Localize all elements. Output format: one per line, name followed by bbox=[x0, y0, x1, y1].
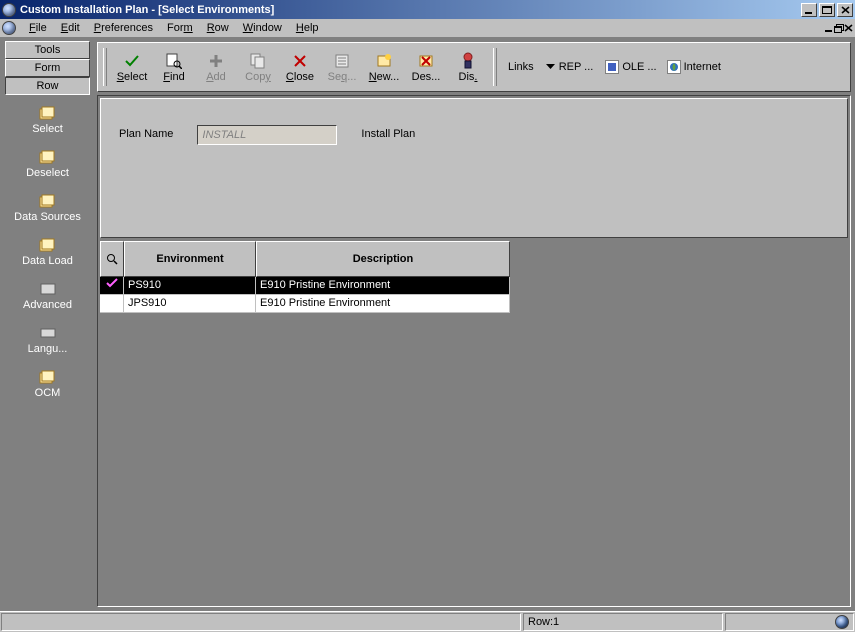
content-area: Select Find Add Copy Close bbox=[95, 38, 855, 611]
minimize-button[interactable] bbox=[801, 3, 817, 17]
sidebar-item-advanced[interactable]: Advanced bbox=[7, 281, 88, 311]
menu-bar: File Edit Preferences Form Row Window He… bbox=[0, 19, 855, 38]
sidebar-item-langu[interactable]: Langu... bbox=[7, 325, 88, 355]
mdi-restore-button[interactable] bbox=[834, 24, 844, 33]
seq-icon bbox=[333, 52, 351, 70]
grid-row-marker[interactable] bbox=[100, 277, 124, 295]
toolbar-new-button[interactable]: New... bbox=[364, 47, 404, 87]
grid: Environment PS910 JPS910 Description E91… bbox=[100, 241, 848, 604]
sidebar-tab-tools[interactable]: Tools bbox=[5, 41, 90, 59]
search-icon bbox=[106, 253, 118, 265]
sidebar-item-data-sources[interactable]: Data Sources bbox=[7, 193, 88, 223]
close-button[interactable] bbox=[837, 3, 853, 17]
plan-name-label: Plan Name bbox=[119, 125, 173, 140]
sidebar-item-data-load[interactable]: Data Load bbox=[7, 237, 88, 267]
toolbar-dis-button[interactable]: Dis. bbox=[448, 47, 488, 87]
form-area: Plan Name Install Plan bbox=[100, 98, 848, 238]
document-icon[interactable] bbox=[2, 21, 16, 35]
sidebar-item-select[interactable]: Select bbox=[7, 105, 88, 135]
panel: Plan Name Install Plan Environment PS910… bbox=[97, 95, 851, 607]
grid-cell-description[interactable]: E910 Pristine Environment bbox=[256, 277, 510, 295]
app-icon bbox=[2, 3, 16, 17]
copy-icon bbox=[249, 52, 267, 70]
mdi-minimize-button[interactable] bbox=[824, 24, 834, 33]
toolbar-grip-2[interactable] bbox=[493, 48, 497, 86]
grid-cell-environment[interactable]: PS910 bbox=[124, 277, 256, 295]
internet-icon bbox=[667, 60, 681, 74]
toolbar-copy-button[interactable]: Copy bbox=[238, 47, 278, 87]
grid-cell-description[interactable]: E910 Pristine Environment bbox=[256, 295, 510, 313]
sidebar-item-ocm[interactable]: OCM bbox=[7, 369, 88, 399]
language-icon bbox=[38, 325, 58, 341]
toolbar: Select Find Add Copy Close bbox=[97, 42, 851, 92]
maximize-button[interactable] bbox=[819, 3, 835, 17]
client-area: Tools Form Row Select Deselect Data Sour… bbox=[0, 38, 855, 611]
des-icon bbox=[417, 52, 435, 70]
menu-edit[interactable]: Edit bbox=[54, 21, 87, 35]
check-icon bbox=[106, 278, 118, 288]
status-pane-3 bbox=[725, 613, 854, 631]
menu-form[interactable]: Form bbox=[160, 21, 200, 35]
menu-window[interactable]: Window bbox=[236, 21, 289, 35]
data-load-icon bbox=[38, 237, 58, 253]
globe-icon bbox=[835, 615, 849, 629]
grid-header-environment[interactable]: Environment bbox=[124, 241, 256, 277]
sidebar: Tools Form Row Select Deselect Data Sour… bbox=[0, 38, 95, 611]
plan-name-input[interactable] bbox=[197, 125, 337, 145]
mdi-close-button[interactable] bbox=[844, 24, 853, 33]
toolbar-add-button[interactable]: Add bbox=[196, 47, 236, 87]
toolbar-grip[interactable] bbox=[103, 48, 107, 86]
toolbar-select-button[interactable]: Select bbox=[112, 47, 152, 87]
status-row: Row:1 bbox=[523, 613, 723, 631]
advanced-icon bbox=[38, 281, 58, 297]
ole-icon bbox=[605, 60, 619, 74]
dis-icon bbox=[459, 52, 477, 70]
ole-link[interactable]: OLE ... bbox=[601, 58, 660, 76]
add-icon bbox=[207, 52, 225, 70]
menu-row[interactable]: Row bbox=[200, 21, 236, 35]
sidebar-item-deselect[interactable]: Deselect bbox=[7, 149, 88, 179]
toolbar-close-button[interactable]: Close bbox=[280, 47, 320, 87]
sidebar-tools: Select Deselect Data Sources Data Load A… bbox=[5, 97, 90, 606]
toolbar-find-button[interactable]: Find bbox=[154, 47, 194, 87]
install-plan-label: Install Plan bbox=[361, 125, 415, 140]
grid-cell-environment[interactable]: JPS910 bbox=[124, 295, 256, 313]
title-bar: Custom Installation Plan - [Select Envir… bbox=[0, 0, 855, 19]
chevron-down-icon bbox=[546, 61, 555, 73]
toolbar-des-button[interactable]: Des... bbox=[406, 47, 446, 87]
menu-file[interactable]: File bbox=[22, 21, 54, 35]
internet-link[interactable]: Internet bbox=[663, 58, 725, 76]
links-label: Links bbox=[508, 61, 534, 73]
deselect-tool-icon bbox=[38, 149, 58, 165]
select-tool-icon bbox=[38, 105, 58, 121]
close-icon bbox=[291, 52, 309, 70]
status-bar: Row:1 bbox=[0, 611, 855, 632]
check-icon bbox=[123, 52, 141, 70]
data-sources-icon bbox=[38, 193, 58, 209]
ocm-icon bbox=[38, 369, 58, 385]
sidebar-tab-form[interactable]: Form bbox=[5, 59, 90, 77]
menu-preferences[interactable]: Preferences bbox=[87, 21, 160, 35]
menu-help[interactable]: Help bbox=[289, 21, 326, 35]
grid-header-description[interactable]: Description bbox=[256, 241, 510, 277]
toolbar-seq-button[interactable]: Seq... bbox=[322, 47, 362, 87]
grid-row-marker[interactable] bbox=[100, 295, 124, 313]
sidebar-tab-row[interactable]: Row bbox=[5, 77, 90, 95]
links-dropdown[interactable]: REP ... bbox=[540, 59, 600, 75]
status-pane-1 bbox=[1, 613, 521, 631]
window-title: Custom Installation Plan - [Select Envir… bbox=[20, 4, 799, 16]
new-icon bbox=[375, 52, 393, 70]
grid-marker-header[interactable] bbox=[100, 241, 124, 277]
find-icon bbox=[165, 52, 183, 70]
